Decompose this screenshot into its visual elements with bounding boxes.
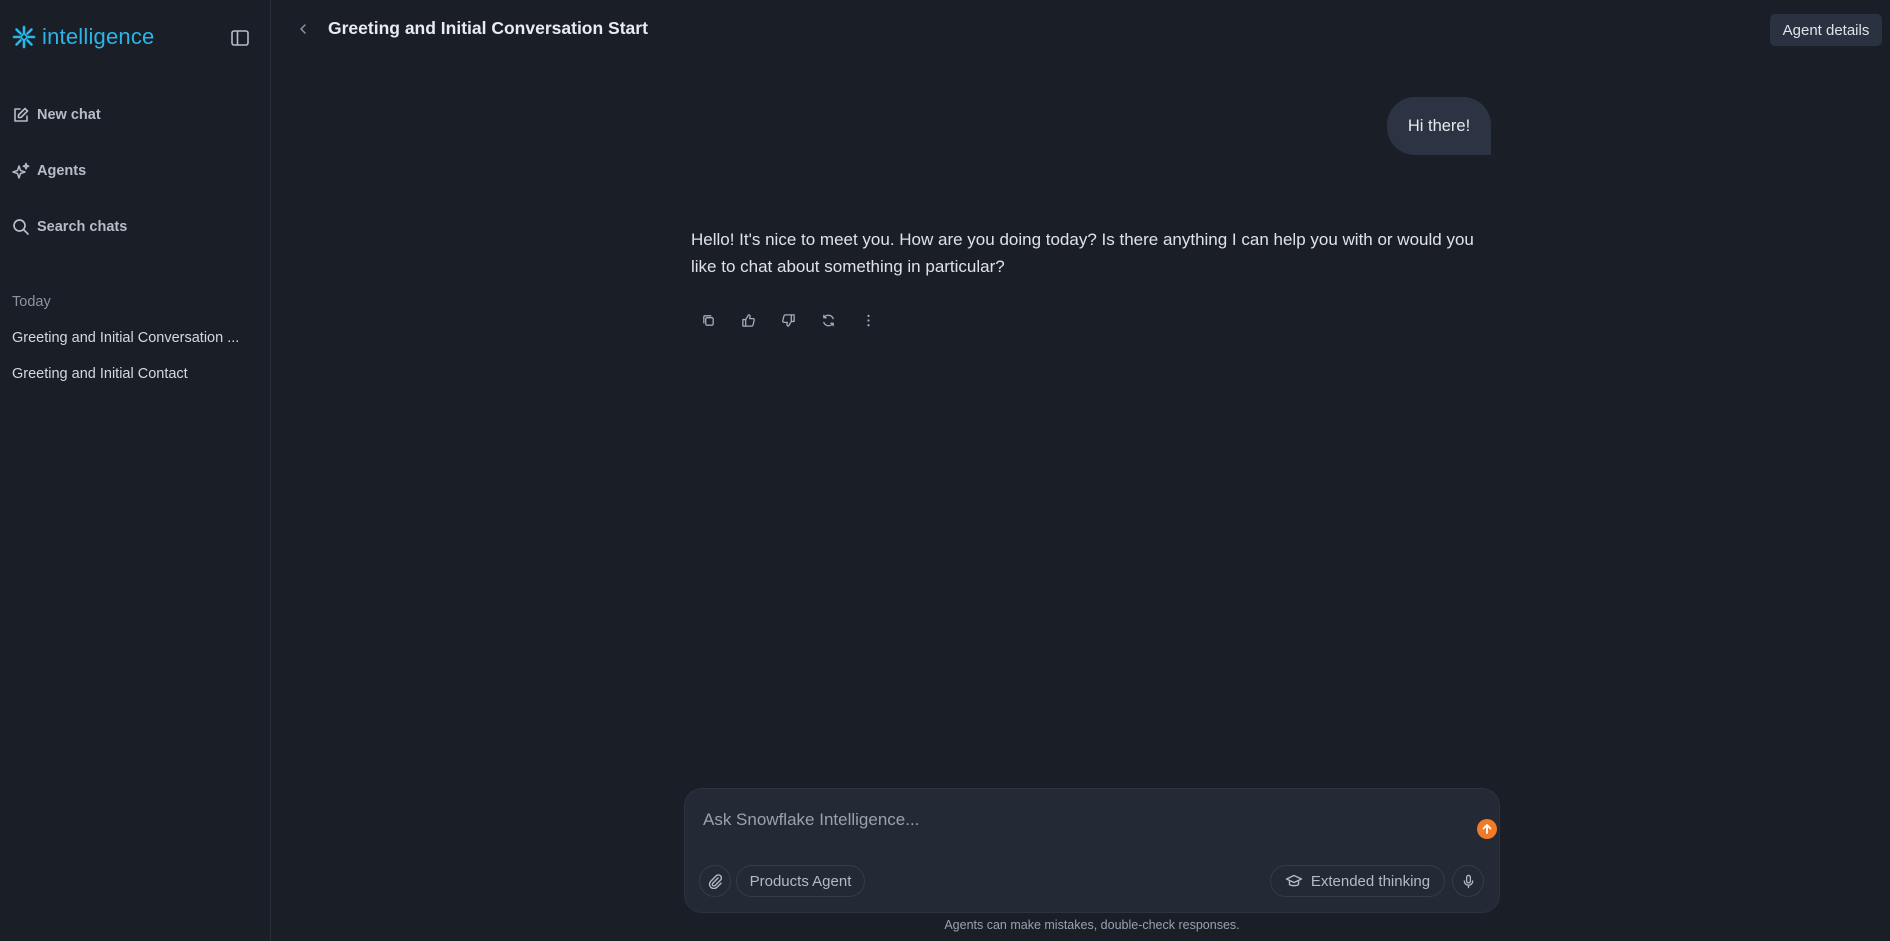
extended-thinking-label: Extended thinking [1310,872,1431,890]
sidebar-toggle-button[interactable] [226,24,254,52]
more-vertical-icon [866,314,870,326]
history-item[interactable]: Greeting and Initial Contact [12,366,247,382]
arrow-up-icon [1482,824,1492,834]
more-options-button[interactable] [857,309,879,331]
sidebar-panel-icon [231,30,249,46]
sparkle-icon [12,162,30,179]
snowflake-logo-icon [12,25,36,49]
search-chats-label: Search chats [37,219,128,235]
agent-selector-label: Products Agent [749,872,852,890]
microphone-icon [1463,874,1473,888]
thumbs-down-icon [781,313,795,327]
paperclip-icon [708,874,723,889]
new-chat-button[interactable]: New chat [12,106,101,124]
agent-details-button[interactable]: Agent details [1770,14,1882,46]
thumbs-up-icon [741,313,755,327]
history-section-label: Today [12,294,51,310]
edit-icon [14,107,29,122]
copy-button[interactable] [697,309,719,331]
new-chat-label: New chat [37,107,101,123]
attach-button[interactable] [699,865,731,897]
extended-thinking-toggle[interactable]: Extended thinking [1270,865,1445,897]
graduation-cap-icon [1285,874,1303,887]
thumbs-down-button[interactable] [777,309,799,331]
history-item[interactable]: Greeting and Initial Conversation ... [12,330,247,346]
disclaimer-text: Agents can make mistakes, double-check r… [944,918,1240,932]
message-actions [697,309,879,331]
page-title: Greeting and Initial Conversation Start [328,18,648,38]
thumbs-up-button[interactable] [737,309,759,331]
sidebar: intelligence New chat Agents Search chat… [0,0,271,941]
send-button[interactable] [1477,819,1497,839]
message-composer: Products Agent Extended thinking [684,788,1500,913]
brand-name: intelligence [42,24,155,49]
chat-input[interactable] [703,805,1443,835]
user-message-bubble: Hi there! [1387,97,1491,155]
regenerate-button[interactable] [817,309,839,331]
chevron-left-icon [300,24,306,34]
agents-label: Agents [37,163,87,179]
back-button[interactable] [292,18,314,40]
user-message-text: Hi there! [1407,116,1471,135]
search-chats-button[interactable]: Search chats [12,218,127,236]
assistant-message: Hello! It's nice to meet you. How are yo… [691,230,1474,276]
voice-input-button[interactable] [1452,865,1484,897]
copy-icon [702,314,714,326]
agents-button[interactable]: Agents [12,162,86,180]
refresh-icon [822,314,834,326]
search-icon [13,219,29,235]
brand-logo[interactable]: intelligence [11,24,154,50]
agent-selector-chip[interactable]: Products Agent [736,865,865,897]
